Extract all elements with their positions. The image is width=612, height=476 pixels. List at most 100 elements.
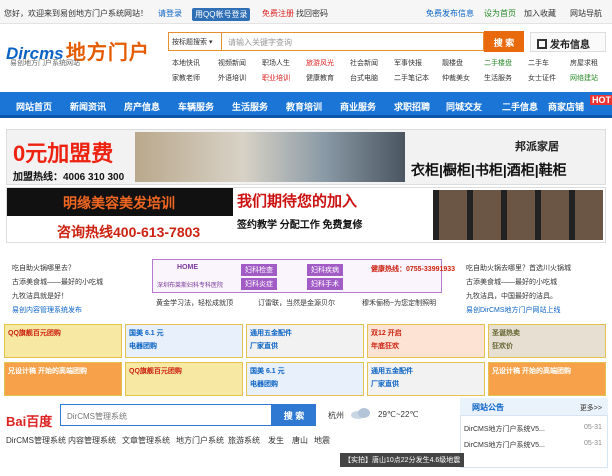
bottom-link[interactable]: 发生 [268, 435, 284, 446]
header-link[interactable]: 视频新闻 [218, 58, 246, 68]
health-hotline: 健康热线：0755-33991933 [371, 266, 456, 273]
qq-login-button[interactable]: 用QQ帐号登录 [192, 8, 251, 21]
info-link[interactable]: 九牧洁具就是好！ [12, 291, 68, 301]
nav-item[interactable]: 生活服务 [232, 100, 268, 113]
post-info-button[interactable]: 发布信息 [530, 32, 606, 52]
login-link[interactable]: 请登录 [158, 8, 182, 19]
header-link[interactable]: 本地快讯 [172, 58, 200, 68]
header-link[interactable]: 职场人生 [262, 58, 290, 68]
thumb-title: 国美 6.1 元 [129, 330, 164, 337]
info-link[interactable]: 易创内容管理系统发布 [12, 305, 82, 315]
thumb-sub: 年底狂欢 [371, 343, 399, 350]
nav-item[interactable]: 同城交友 [446, 100, 482, 113]
header-link[interactable]: 二手楼盘 [484, 58, 512, 68]
info-link[interactable]: 吃自助火锅去哪里？首选川火锅城 [466, 263, 571, 273]
hospital-name: 深圳布莱斯妇科专科医院 [157, 283, 224, 289]
sub-link[interactable]: 穆禾俪杨~为您定制照明 [362, 298, 436, 308]
thumb-ad[interactable]: 国美 6.1 元电器团购 [246, 362, 364, 396]
main-nav: 网站首页 新闻资讯 房产信息 车辆服务 生活服务 教育培训 商业服务 求职招聘 同城交友 二手信息… [0, 92, 612, 118]
header-link[interactable]: 军事快报 [394, 58, 422, 68]
thumb-sub: 厂家直供 [371, 381, 399, 388]
header-link[interactable]: 生活服务 [484, 73, 512, 83]
bottom-link[interactable]: 唐山 [292, 435, 308, 446]
hospital-tag[interactable]: 妇科炎症 [241, 278, 277, 290]
flash-news[interactable]: 【实拍】唐山10点22分发生4.6级地震 [340, 453, 465, 467]
header-link[interactable]: 二手车 [528, 58, 549, 68]
favorite-link[interactable]: 加入收藏 [524, 8, 556, 19]
nav-item[interactable]: 车辆服务 [178, 100, 214, 113]
bottom-link[interactable]: 文章管理系统 [122, 435, 170, 446]
baidu-search-button[interactable]: 搜 索 [272, 404, 316, 426]
nav-item[interactable]: 商业服务 [340, 100, 376, 113]
header-link[interactable]: 二手笔记本 [394, 73, 429, 83]
search-input[interactable]: 请输入关键字查询 [222, 32, 484, 51]
header-link[interactable]: 仲裁美女 [442, 73, 470, 83]
welcome-text: 您好，欢迎来到易创地方门户系统网站！ [4, 9, 148, 18]
set-home-link[interactable]: 设为首页 [484, 8, 516, 19]
thumb-sub: 狂欢价 [492, 343, 513, 350]
bottom-link[interactable]: DirCMS管理系统 [6, 435, 66, 446]
thumb-ad[interactable]: 通用五金配件 厂家直供 [367, 362, 485, 396]
header-link[interactable]: 女士证件 [528, 73, 556, 83]
bottom-link[interactable]: 地震 [314, 435, 330, 446]
ad-banner-beauty[interactable]: 明缘美容美发培训 咨询热线400-613-7803 我们期待您的加入 签约教学 … [6, 187, 606, 243]
info-link[interactable]: 易创DirCMS地方门户网站上线 [466, 305, 561, 315]
sub-link[interactable]: 黄金学习法，轻松成就顶 [156, 298, 233, 308]
ad-banner-furniture[interactable]: 0元加盟费 加盟热线：4006 310 300 邦派家居 衣柜|橱柜|书柜|酒柜… [6, 129, 606, 185]
nav-item[interactable]: 商家店铺 [548, 100, 584, 113]
notice-item-title[interactable]: DirCMS地方门户系统V5... [464, 424, 545, 434]
thumb-ad[interactable]: 兄设计稿 开始的高端团购 [4, 362, 122, 396]
nav-item[interactable]: 二手信息 [502, 100, 538, 113]
thumb-ad[interactable]: 圣诞热卖 狂欢价 [488, 324, 606, 358]
info-link[interactable]: 吃自助火锅哪里去？ [12, 263, 75, 273]
beauty-title: 明缘美容美发培训 [63, 195, 175, 211]
thumb-ad[interactable]: QQ旗舰百元团购 [125, 362, 243, 396]
info-link[interactable]: 古添美食城——最好的小吃城 [12, 277, 103, 287]
bottom-link[interactable]: 地方门户系统 [176, 435, 224, 446]
header-link[interactable]: 职业培训 [262, 73, 290, 83]
thumb-ad[interactable]: 兄设计稿 开始的高端团购 [488, 362, 606, 396]
header-link[interactable]: 房屋求租 [570, 58, 598, 68]
thumb-ad[interactable]: QQ旗舰百元团购 [4, 324, 122, 358]
find-password-link[interactable]: 找回密码 [296, 8, 328, 19]
nav-item[interactable]: 新闻资讯 [70, 100, 106, 113]
hospital-ad[interactable]: HOME 深圳布莱斯妇科专科医院 健康热线：0755-33991933 妇科检查… [152, 259, 455, 293]
header-link[interactable]: 靓楼盘 [442, 58, 463, 68]
thumb-ad[interactable]: 国美 6.1 元电器团购 [125, 324, 243, 358]
thumb-ad[interactable]: 双12 开启 年底狂欢 [367, 324, 485, 358]
header-link[interactable]: 社会新闻 [350, 58, 378, 68]
header-link[interactable]: 网络建站 [570, 73, 598, 83]
thumb-ad[interactable]: 通用五金配件 厂家直供 [246, 324, 364, 358]
thumb-sub: 电器团购 [129, 343, 157, 350]
nav-item[interactable]: 网站首页 [16, 100, 52, 113]
baidu-logo: Bai百度 [6, 414, 53, 429]
free-post-link[interactable]: 免费发布信息 [426, 8, 474, 19]
info-link[interactable]: 古添美食城——最好的小吃城 [466, 277, 557, 287]
hospital-tag[interactable]: 妇科检查 [241, 264, 277, 276]
notice-item-title[interactable]: DirCMS地方门户系统V5... [464, 440, 545, 450]
register-link[interactable]: 免费注册 [262, 8, 294, 19]
baidu-search-input[interactable]: DirCMS管理系统 [60, 404, 272, 426]
thumb-title: 圣诞热卖 [492, 330, 520, 337]
hospital-tag[interactable]: 妇科手术 [307, 278, 343, 290]
brand-name: 邦派家居 [515, 141, 559, 153]
hospital-tag[interactable]: 妇科疾病 [307, 264, 343, 276]
bottom-link[interactable]: 旅游系统 [228, 435, 260, 446]
nav-item[interactable]: 教育培训 [286, 100, 322, 113]
nav-item[interactable]: 房产信息 [124, 100, 160, 113]
header-link[interactable]: 旅游风光 [306, 58, 334, 68]
bottom-link[interactable]: 内容管理系统 [68, 435, 116, 446]
search-button[interactable]: 搜 索 [484, 31, 524, 52]
header-link[interactable]: 健康教育 [306, 73, 334, 83]
search-category-select[interactable]: 按标题搜索 ▾ [168, 32, 222, 51]
info-link[interactable]: 九牧洁具，中国最好的洁具。 [466, 291, 557, 301]
site-nav-link[interactable]: 网站导航 [570, 8, 602, 19]
header-link[interactable]: 外语培训 [218, 73, 246, 83]
sub-link[interactable]: 订雷联，当然是金源贝尔 [258, 298, 335, 308]
header-link[interactable]: 台式电脑 [350, 73, 378, 83]
nav-item[interactable]: 求职招聘 [394, 100, 430, 113]
thumb-title: QQ旗舰百元团购 [129, 368, 182, 375]
header-link[interactable]: 家教老师 [172, 73, 200, 83]
notice-more-link[interactable]: 更多>> [580, 403, 602, 413]
top-bar: 您好，欢迎来到易创地方门户系统网站！ 请登录 用QQ帐号登录 免费注册 找回密码… [0, 0, 612, 24]
